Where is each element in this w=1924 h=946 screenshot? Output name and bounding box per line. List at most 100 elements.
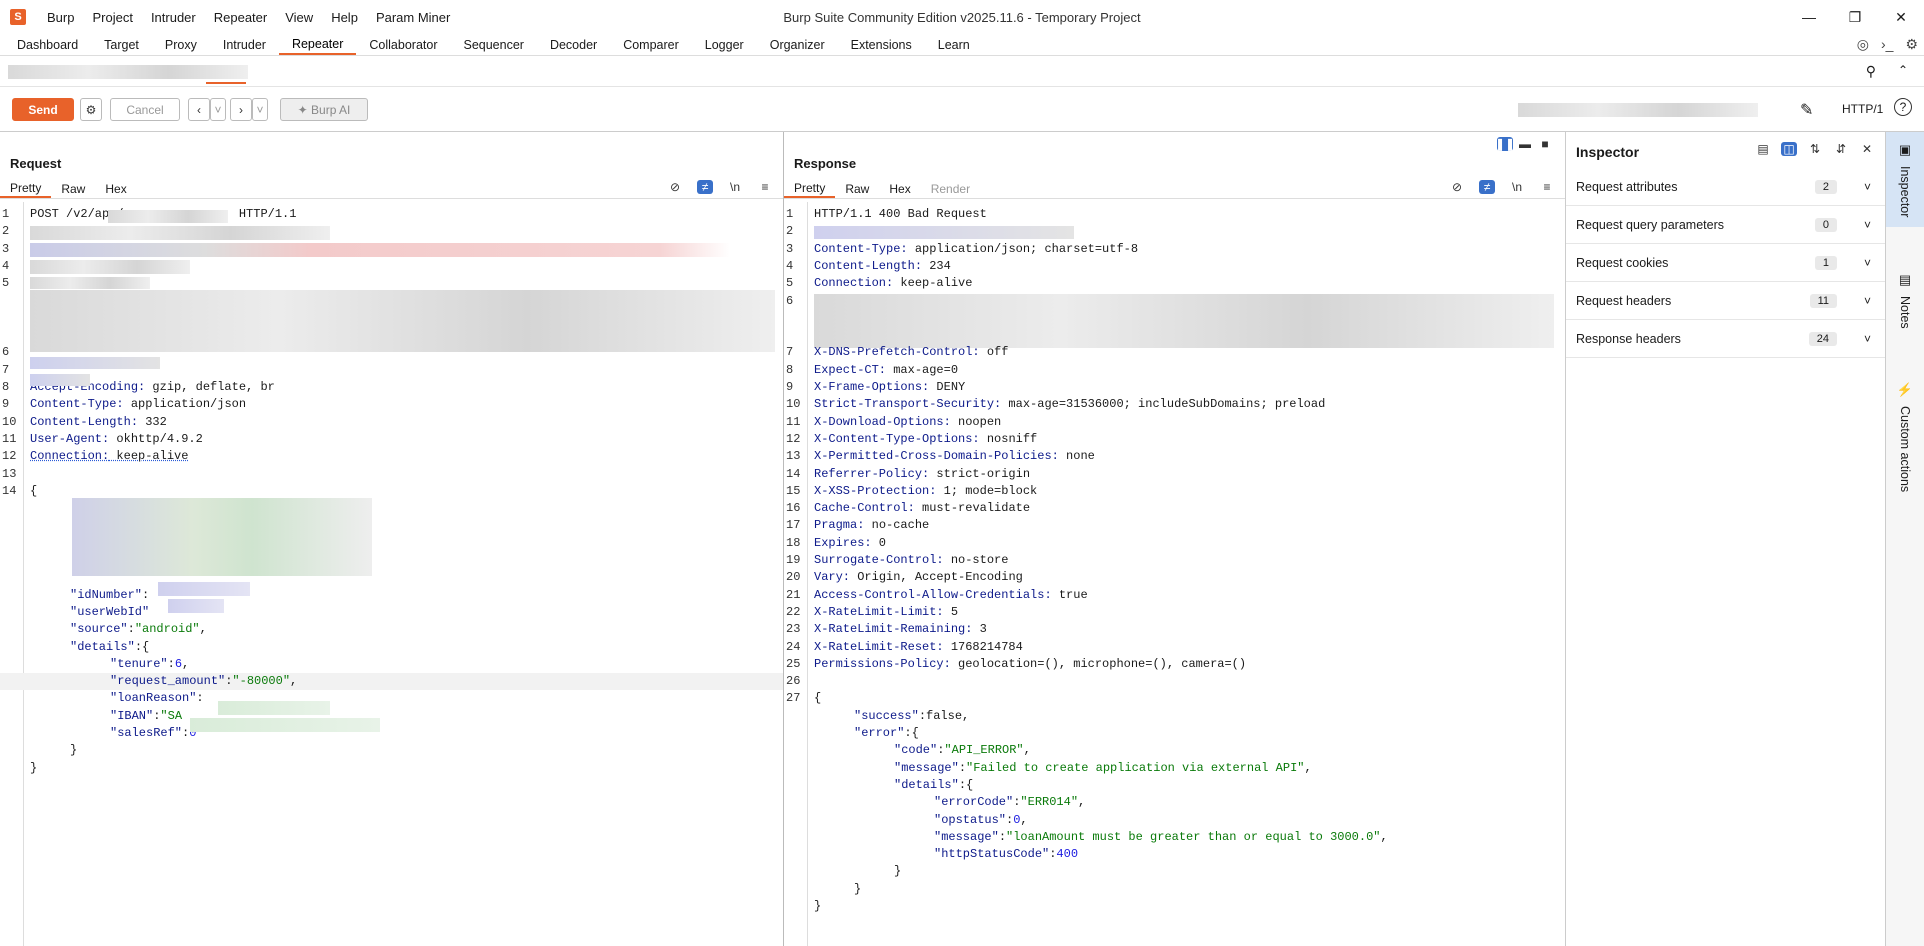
layout-rows-icon[interactable]: ▬: [1517, 137, 1533, 151]
tab-comparer[interactable]: Comparer: [610, 34, 692, 55]
chevron-down-icon[interactable]: ˅: [1864, 256, 1871, 270]
layout-columns-icon[interactable]: ❚❚: [1495, 137, 1515, 151]
inspector-row-request-headers[interactable]: Request headers 11 ˅: [1566, 282, 1885, 320]
tab-sequencer[interactable]: Sequencer: [450, 34, 536, 55]
burp-ai-label: Burp AI: [311, 102, 351, 117]
wrap-lines-icon[interactable]: ≠: [697, 180, 713, 194]
view-tab-pretty[interactable]: Pretty: [784, 179, 836, 198]
burp-ai-button[interactable]: ✦ Burp AI: [280, 98, 368, 121]
tab-learn[interactable]: Learn: [925, 34, 983, 55]
line-number: 2: [786, 224, 794, 239]
inspector-row-request-cookies[interactable]: Request cookies 1 ˅: [1566, 244, 1885, 282]
redacted-region: [30, 374, 90, 386]
search-icon[interactable]: ⚲: [1866, 63, 1876, 80]
cancel-button[interactable]: Cancel: [110, 98, 180, 121]
menu-param-miner[interactable]: Param Miner: [367, 10, 459, 25]
menu-icon[interactable]: ≡: [757, 180, 773, 194]
code-line: "details":{: [784, 777, 1565, 794]
line-number: 1: [786, 207, 794, 221]
line-content: Referrer-Policy: strict-origin: [814, 466, 1030, 483]
inspector-row-count: 0: [1814, 217, 1837, 232]
tab-dashboard[interactable]: Dashboard: [4, 34, 91, 55]
redacted-region: [108, 210, 228, 223]
forward-dropdown-icon[interactable]: ˅: [252, 98, 268, 121]
view-tab-pretty[interactable]: Pretty: [0, 179, 52, 198]
protocol-label[interactable]: HTTP/1: [1842, 102, 1883, 116]
hide-eye-icon[interactable]: ⊘: [667, 180, 683, 194]
collapse-icon[interactable]: ⌃: [1898, 63, 1908, 77]
tab-intruder[interactable]: Intruder: [210, 34, 279, 55]
chevron-down-icon[interactable]: ˅: [1864, 218, 1871, 232]
line-number: 1: [2, 207, 10, 221]
request-editor[interactable]: 1 POST /v2/app/ HTTP/1.1 2 3 4 5 6 7 8 Accept-Enc…: [0, 202, 783, 946]
view-tab-raw[interactable]: Raw: [51, 179, 95, 198]
redacted-region: [814, 294, 1554, 348]
response-editor[interactable]: 1 HTTP/1.1 400 Bad Request 2 6 3 Content-Type…: [784, 202, 1565, 946]
menu-view[interactable]: View: [276, 10, 322, 25]
tab-decoder[interactable]: Decoder: [537, 34, 610, 55]
view-tab-hex[interactable]: Hex: [95, 179, 136, 198]
json-key: "code": [894, 743, 938, 758]
send-button[interactable]: Send: [12, 98, 74, 121]
code-line: 26: [784, 673, 1565, 690]
line-content: "salesRef":0: [110, 725, 196, 742]
chevron-down-icon[interactable]: ˅: [1864, 332, 1871, 346]
collapse-all-icon[interactable]: ⇵: [1833, 142, 1849, 156]
inspector-row-response-headers[interactable]: Response headers 24 ˅: [1566, 320, 1885, 358]
line-content: X-RateLimit-Reset: 1768214784: [814, 639, 1023, 656]
globe-icon[interactable]: ◎: [1857, 36, 1869, 53]
back-arrow-icon[interactable]: ‹: [188, 98, 210, 121]
menu-intruder[interactable]: Intruder: [142, 10, 205, 25]
header-name: X-XSS-Protection:: [814, 483, 937, 498]
code-line: 14 Referrer-Policy: strict-origin: [784, 466, 1565, 483]
view-tab-raw[interactable]: Raw: [835, 179, 879, 198]
newline-toggle-icon[interactable]: \n: [1509, 180, 1525, 194]
back-dropdown-icon[interactable]: ˅: [210, 98, 226, 121]
newline-toggle-icon[interactable]: \n: [727, 180, 743, 194]
chevron-down-icon[interactable]: ˅: [1864, 294, 1871, 308]
menu-icon[interactable]: ≡: [1539, 180, 1555, 194]
wrap-lines-icon[interactable]: ≠: [1479, 180, 1495, 194]
minimize-icon[interactable]: —: [1786, 0, 1832, 34]
edit-pencil-icon[interactable]: ✎: [1800, 100, 1813, 120]
inspector-row-request-attributes[interactable]: Request attributes 2 ˅: [1566, 168, 1885, 206]
code-line: 20 Vary: Origin, Accept-Encoding: [784, 569, 1565, 586]
split-view-icon[interactable]: ◫: [1781, 142, 1797, 156]
line-content: X-Frame-Options: DENY: [814, 379, 965, 396]
header-value: max-age=0: [886, 362, 959, 377]
forward-arrow-icon[interactable]: ›: [230, 98, 252, 121]
settings-gear-icon[interactable]: ⚙: [80, 98, 102, 121]
header-name: Access-Control-Allow-Credentials:: [814, 587, 1052, 602]
close-icon[interactable]: ✕: [1878, 0, 1924, 34]
expand-all-icon[interactable]: ⇅: [1807, 142, 1823, 156]
side-tab-notes[interactable]: ▤ Notes: [1886, 272, 1924, 352]
tab-proxy[interactable]: Proxy: [152, 34, 210, 55]
help-icon[interactable]: ?: [1894, 98, 1912, 116]
side-tab-custom-actions[interactable]: ⚡ Custom actions: [1886, 382, 1924, 522]
menu-help[interactable]: Help: [322, 10, 367, 25]
view-tab-render[interactable]: Render: [921, 179, 980, 198]
terminal-icon[interactable]: ›_: [1881, 36, 1893, 53]
tab-extensions[interactable]: Extensions: [838, 34, 925, 55]
view-tab-hex[interactable]: Hex: [879, 179, 920, 198]
tab-collaborator[interactable]: Collaborator: [356, 34, 450, 55]
restore-icon[interactable]: ❐: [1832, 0, 1878, 34]
menu-repeater[interactable]: Repeater: [205, 10, 276, 25]
tab-target[interactable]: Target: [91, 34, 152, 55]
code-line: 8 Accept-Encoding: gzip, deflate, br: [0, 379, 783, 396]
menu-burp[interactable]: Burp: [38, 10, 83, 25]
close-icon[interactable]: ✕: [1859, 142, 1875, 156]
layout-tabs-icon[interactable]: ■: [1537, 137, 1553, 151]
tab-repeater[interactable]: Repeater: [278, 34, 357, 55]
side-tab-inspector[interactable]: ▣ Inspector: [1886, 132, 1924, 227]
line-number: 27: [786, 691, 801, 706]
tab-organizer[interactable]: Organizer: [757, 34, 838, 55]
tab-logger[interactable]: Logger: [692, 34, 757, 55]
chevron-down-icon[interactable]: ˅: [1864, 180, 1871, 194]
menu-project[interactable]: Project: [83, 10, 141, 25]
json-string: "-80000": [232, 674, 291, 689]
list-view-icon[interactable]: ▤: [1755, 142, 1771, 156]
inspector-row-request-query-parameters[interactable]: Request query parameters 0 ˅: [1566, 206, 1885, 244]
gear-icon[interactable]: ⚙: [1905, 36, 1918, 53]
hide-eye-icon[interactable]: ⊘: [1449, 180, 1465, 194]
